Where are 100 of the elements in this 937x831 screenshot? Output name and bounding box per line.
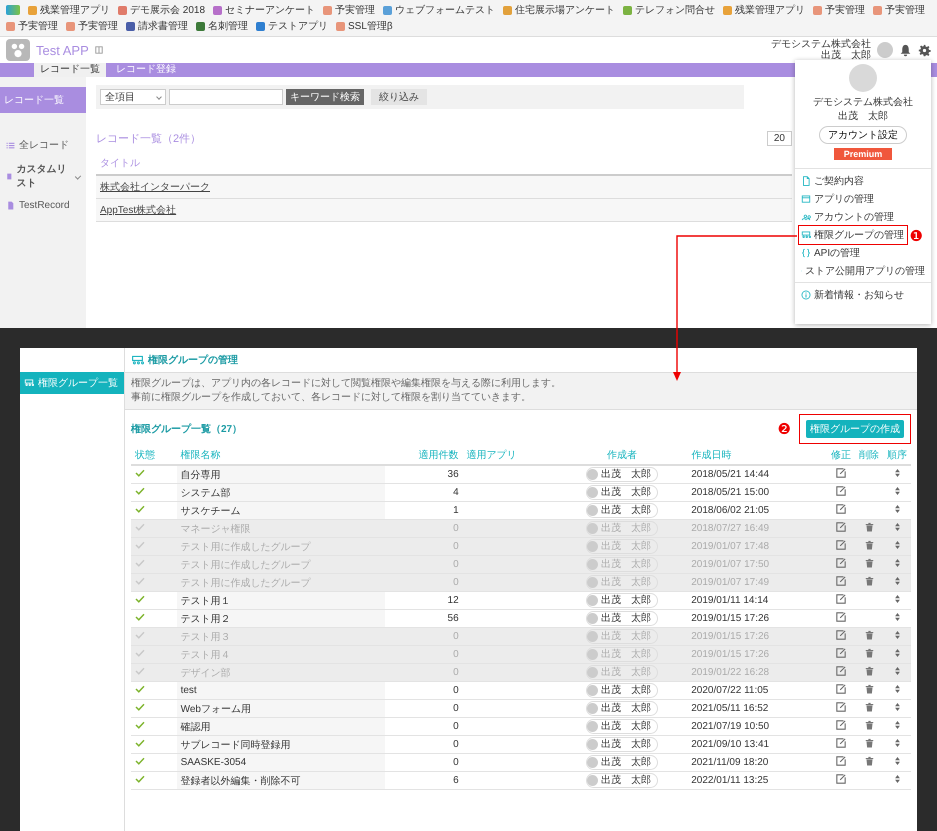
sort-icon[interactable]	[894, 649, 900, 657]
table-cell: 確認用	[176, 718, 385, 736]
sort-icon[interactable]	[894, 541, 900, 549]
edit-icon[interactable]	[836, 720, 846, 730]
table-cell: 2019/01/07 17:50	[687, 556, 827, 574]
trash-icon[interactable]	[864, 738, 874, 748]
sort-icon[interactable]	[894, 577, 900, 585]
sidebar-item[interactable]: TestRecord	[0, 195, 86, 216]
edit-icon[interactable]	[836, 486, 846, 496]
trash-icon[interactable]	[864, 522, 874, 532]
page-size-select[interactable]: 20	[766, 131, 792, 146]
trash-icon[interactable]	[864, 720, 874, 730]
edit-icon[interactable]	[836, 612, 846, 622]
table-cell: 0	[384, 700, 463, 718]
edit-icon[interactable]	[836, 558, 846, 568]
table-cell: 2021/09/10 13:41	[687, 736, 827, 754]
sort-icon[interactable]	[894, 685, 900, 693]
column-header: 作成者	[607, 450, 638, 461]
edit-icon[interactable]	[836, 684, 846, 694]
sort-icon[interactable]	[894, 775, 900, 783]
edit-icon[interactable]	[836, 522, 846, 532]
bookmark-link[interactable]: 住宅展示場アンケート	[503, 3, 616, 17]
edit-icon[interactable]	[836, 504, 846, 514]
bookmark-link[interactable]: 予実管理	[6, 19, 58, 33]
edit-icon[interactable]	[836, 648, 846, 658]
trash-icon[interactable]	[864, 540, 874, 550]
sort-icon[interactable]	[894, 559, 900, 567]
bookmark-link[interactable]: 予実管理	[873, 3, 926, 17]
sort-icon[interactable]	[894, 469, 900, 477]
sidebar-item[interactable]: 全レコード	[0, 133, 86, 157]
user-chip: 出茂 太郎	[586, 664, 658, 680]
menu-item[interactable]: ストア公開用アプリの管理	[795, 262, 931, 280]
trash-icon[interactable]	[864, 576, 874, 586]
trash-icon[interactable]	[864, 684, 874, 694]
edit-icon[interactable]	[836, 702, 846, 712]
column-header: 状態	[135, 450, 155, 461]
menu-item[interactable]: 権限グループの管理	[799, 226, 907, 244]
table-cell: 2018/05/21 15:00	[687, 484, 827, 502]
bookmark-link[interactable]: 予実管理	[66, 19, 118, 33]
bookmark-link[interactable]: ウェブフォームテスト	[383, 3, 496, 17]
sort-icon[interactable]	[894, 523, 900, 531]
menu-item[interactable]: ご契約内容	[795, 172, 931, 190]
trash-icon[interactable]	[864, 558, 874, 568]
keyword-search-button[interactable]: キーワード検索	[286, 89, 364, 105]
sort-icon[interactable]	[894, 595, 900, 603]
edit-icon[interactable]	[836, 756, 846, 766]
sort-icon[interactable]	[894, 721, 900, 729]
user-company: デモシステム株式会社	[771, 39, 871, 50]
record-link[interactable]: 株式会社インターパーク	[100, 182, 210, 193]
sort-icon[interactable]	[894, 613, 900, 621]
tab[interactable]: レコード一覧	[34, 63, 106, 77]
sort-icon[interactable]	[894, 739, 900, 747]
sort-icon[interactable]	[894, 631, 900, 639]
bookmark-link[interactable]: デモ展示会 2018	[118, 3, 206, 17]
sidebar-item[interactable]: カスタムリスト	[0, 157, 86, 195]
account-settings-button[interactable]: アカウント設定	[819, 126, 907, 144]
edit-icon[interactable]	[836, 594, 846, 604]
edit-icon[interactable]	[836, 468, 846, 478]
sort-icon[interactable]	[894, 505, 900, 513]
keyword-field[interactable]	[169, 89, 283, 105]
trash-icon[interactable]	[864, 666, 874, 676]
edit-icon[interactable]	[836, 540, 846, 550]
menu-item[interactable]: アプリの管理	[795, 190, 931, 208]
filter-button[interactable]: 絞り込み	[371, 89, 427, 105]
bookmark-link[interactable]: 予実管理	[323, 3, 376, 17]
user-chip: 出茂 太郎	[586, 700, 658, 716]
table-cell: テスト用１	[176, 592, 385, 610]
trash-icon[interactable]	[864, 630, 874, 640]
trash-icon[interactable]	[864, 648, 874, 658]
trash-icon[interactable]	[864, 702, 874, 712]
menu-item[interactable]: アカウントの管理	[795, 208, 931, 226]
edit-icon[interactable]	[836, 738, 846, 748]
sort-icon[interactable]	[894, 757, 900, 765]
menu-item[interactable]: APIの管理	[795, 244, 931, 262]
table-cell: 0	[384, 556, 463, 574]
edit-icon[interactable]	[836, 774, 846, 784]
field-select[interactable]: 全項目	[100, 89, 166, 105]
edit-icon[interactable]	[836, 666, 846, 676]
bookmark-link[interactable]: テストアプリ	[256, 19, 328, 33]
menu-item[interactable]: 新着情報・お知らせ	[795, 286, 931, 304]
sort-icon[interactable]	[894, 667, 900, 675]
bookmark-link[interactable]: 予実管理	[813, 3, 866, 17]
bookmark-link[interactable]: 残業管理アプリ	[723, 3, 806, 17]
edit-icon[interactable]	[836, 576, 846, 586]
bookmark-link[interactable]: 残業管理アプリ	[28, 3, 110, 17]
sort-icon[interactable]	[894, 487, 900, 495]
table-cell: 2022/01/11 13:25	[687, 772, 827, 790]
callout-number: ❷	[778, 422, 791, 436]
record-link[interactable]: AppTest株式会社	[100, 205, 176, 216]
bookmark-link[interactable]: セミナーアンケート	[213, 3, 316, 17]
trash-icon[interactable]	[864, 756, 874, 766]
sort-icon[interactable]	[894, 703, 900, 711]
bookmark-link[interactable]: SSL管理β	[336, 19, 393, 33]
bookmark-link[interactable]: テレフォン問合せ	[623, 3, 716, 17]
bell-icon[interactable]	[899, 44, 912, 56]
settings-icon[interactable]	[918, 44, 931, 56]
user-name: 出茂 太郎	[838, 110, 888, 123]
edit-icon[interactable]	[836, 630, 846, 640]
bookmark-link[interactable]: 請求書管理	[126, 19, 188, 33]
bookmark-link[interactable]: 名刺管理	[196, 19, 248, 33]
